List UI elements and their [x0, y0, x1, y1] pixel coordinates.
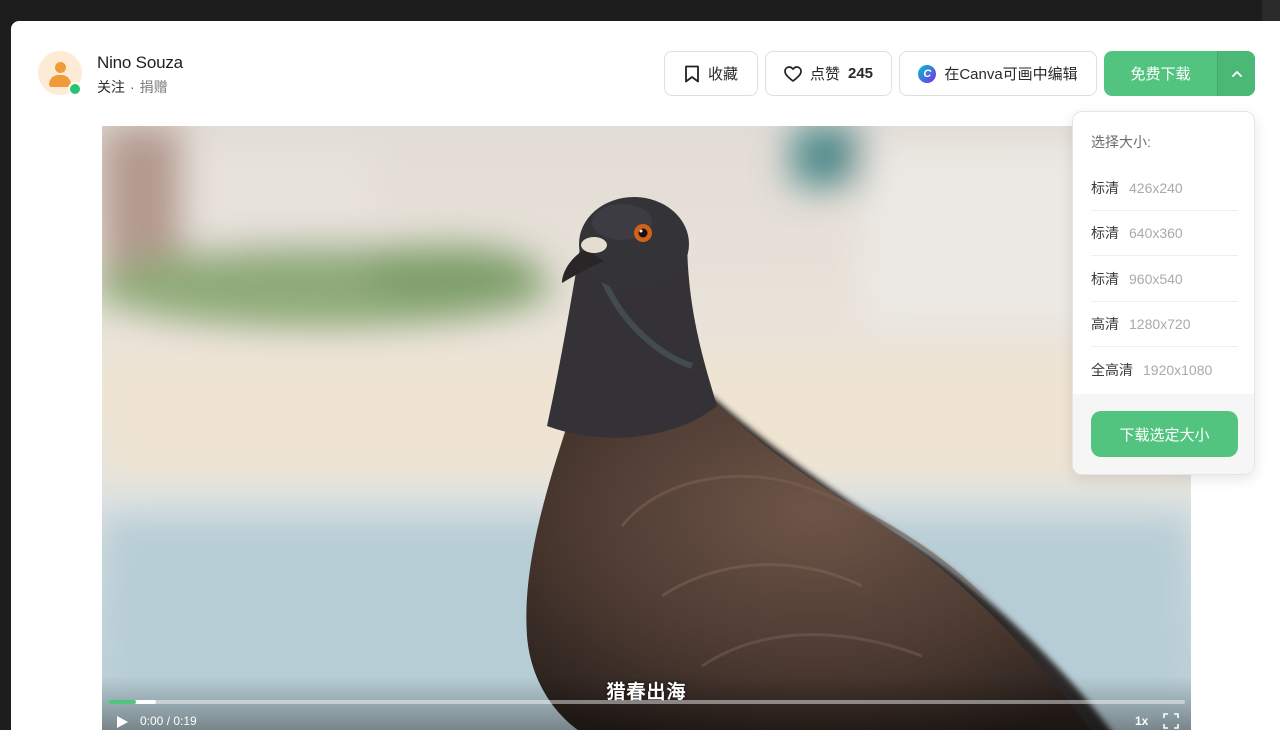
- user-icon-head: [55, 62, 66, 73]
- size-resolution: 1280x720: [1129, 316, 1191, 332]
- avatar[interactable]: [38, 51, 82, 96]
- like-label: 点赞: [809, 66, 840, 83]
- donate-link[interactable]: 捐赠: [140, 77, 168, 97]
- edit-in-canva-button[interactable]: C 在Canva可画中编辑: [899, 51, 1097, 96]
- video-player[interactable]: 猎春出海 0:00 / 0:19 1x: [102, 126, 1191, 730]
- size-resolution: 640x360: [1129, 225, 1183, 241]
- free-download-button[interactable]: 免费下载: [1104, 51, 1218, 96]
- menu-title: 选择大小:: [1091, 134, 1151, 150]
- size-quality: 全高清: [1091, 361, 1133, 378]
- time-separator: /: [163, 714, 174, 728]
- size-option[interactable]: 标清 960x540: [1091, 257, 1238, 302]
- size-option[interactable]: 标清 640x360: [1091, 211, 1238, 256]
- duration: 0:19: [173, 714, 197, 728]
- size-quality: 标清: [1091, 180, 1119, 196]
- heart-icon: [784, 65, 802, 82]
- fullscreen-icon[interactable]: [1163, 713, 1179, 729]
- play-icon[interactable]: [114, 714, 130, 730]
- pigeon-video-frame: [102, 126, 1191, 730]
- time-display: 0:00 / 0:19: [140, 714, 197, 728]
- size-quality: 高清: [1091, 316, 1119, 332]
- size-quality: 标清: [1091, 225, 1119, 241]
- size-quality: 标清: [1091, 271, 1119, 287]
- progress-played: [108, 700, 136, 704]
- current-time: 0:00: [140, 714, 164, 728]
- verified-badge-icon: [68, 82, 82, 96]
- chevron-up-icon: [1231, 70, 1242, 77]
- size-resolution: 960x540: [1129, 271, 1183, 287]
- canva-logo-icon: C: [918, 64, 937, 83]
- download-options-toggle[interactable]: [1218, 51, 1255, 96]
- download-selected-size-button[interactable]: 下载选定大小: [1091, 411, 1238, 457]
- download-size-menu: 选择大小: 标清 426x240 标清 640x360 标清 960x540 高…: [1072, 111, 1255, 475]
- separator-dot: ·: [130, 79, 135, 95]
- like-button[interactable]: 点赞 245: [765, 51, 892, 96]
- size-resolution: 1920x1080: [1143, 361, 1213, 378]
- playback-speed-button[interactable]: 1x: [1135, 714, 1148, 728]
- like-count: 245: [847, 65, 874, 82]
- size-option[interactable]: 高清 1280x720: [1091, 302, 1238, 347]
- author-name[interactable]: Nino Souza: [97, 53, 183, 73]
- progress-bar[interactable]: [108, 700, 1185, 704]
- size-option[interactable]: 标清 426x240: [1091, 166, 1238, 211]
- size-resolution: 426x240: [1129, 180, 1183, 196]
- author-links: 关注 · 捐赠: [97, 77, 168, 97]
- free-download-button-group: 免费下载: [1104, 51, 1255, 96]
- follow-link[interactable]: 关注: [97, 77, 125, 97]
- bookmark-icon: [685, 65, 699, 82]
- collect-button[interactable]: 收藏: [664, 51, 758, 96]
- size-option[interactable]: 全高清 1920x1080: [1091, 347, 1238, 392]
- collect-label: 收藏: [707, 66, 738, 83]
- canva-label: 在Canva可画中编辑: [944, 66, 1078, 83]
